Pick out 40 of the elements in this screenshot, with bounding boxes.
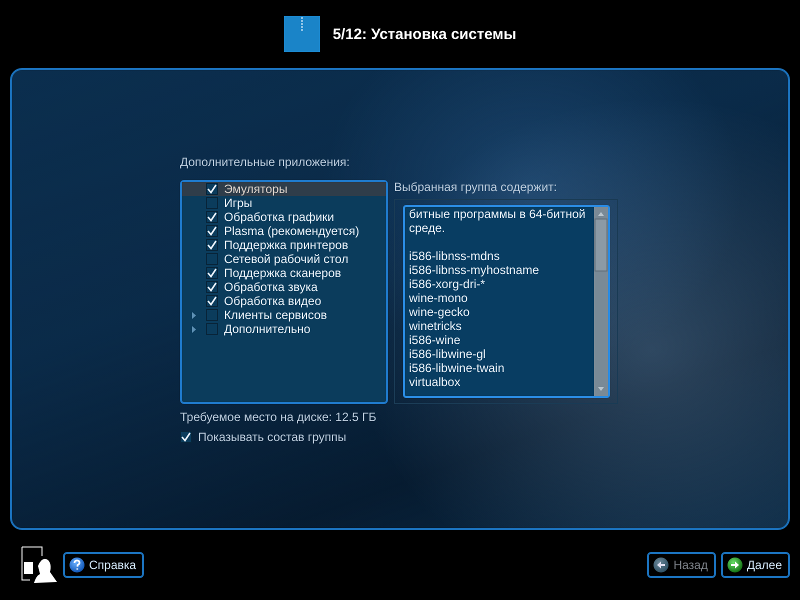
- description-text: битные программы в 64-битной: [409, 207, 586, 221]
- tree-item[interactable]: Игры: [182, 196, 386, 210]
- step-title: 5/12: Установка системы: [332, 26, 516, 42]
- disk-space-text: Требуемое место на диске: 12.5 ГБ: [180, 410, 378, 424]
- package-name: i586-libwine-twain: [409, 361, 506, 375]
- next-button[interactable]: Далее: [720, 552, 790, 578]
- apps-label: Дополнительные приложения:: [180, 155, 351, 169]
- tree-item[interactable]: Обработка графики: [182, 210, 386, 224]
- checkbox[interactable]: [206, 309, 218, 321]
- tree-item[interactable]: Дополнительно: [182, 322, 386, 336]
- tree-item[interactable]: Plasma (рекомендуется): [182, 224, 386, 238]
- package-name: virtualbox: [409, 375, 462, 389]
- help-button[interactable]: Справка: [63, 552, 144, 578]
- package-name: i586-libnss-mdns: [409, 249, 501, 263]
- checkbox[interactable]: [206, 253, 218, 265]
- group-label: Выбранная группа содержит:: [394, 180, 558, 194]
- package-name: i586-wine: [409, 333, 462, 347]
- package-name: wine-gecko: [409, 305, 471, 319]
- package-name: i586-libwine-gl: [409, 347, 487, 361]
- apps-tree[interactable]: Эмуляторы Игры Обработка графики Plasma (рекомендуется) Поддержка принтеров Сетевой рабочий стол Поддержка сканеров Обработка звука Обработка видео Клиенты сервисов Дополнительно: [180, 180, 388, 404]
- tree-item[interactable]: Сетевой рабочий стол: [182, 252, 386, 266]
- tree-item[interactable]: Эмуляторы: [182, 182, 386, 196]
- package-name: i586-libnss-myhostname: [409, 263, 540, 277]
- archive-icon: [284, 16, 320, 52]
- expander-icon[interactable]: [191, 326, 197, 332]
- tree-item[interactable]: Обработка видео: [182, 294, 386, 308]
- help-icon: [69, 557, 85, 573]
- package-name: winetricks: [409, 319, 463, 333]
- checkbox[interactable]: [206, 323, 218, 335]
- package-name: wine-mono: [409, 291, 469, 305]
- expander-icon[interactable]: [191, 312, 197, 318]
- tree-item[interactable]: Поддержка принтеров: [182, 238, 386, 252]
- scrollbar[interactable]: [594, 207, 608, 396]
- tree-item[interactable]: Обработка звука: [182, 280, 386, 294]
- tree-item[interactable]: Клиенты сервисов: [182, 308, 386, 322]
- tree-item[interactable]: Поддержка сканеров: [182, 266, 386, 280]
- description-text: среде.: [409, 221, 446, 235]
- checkbox[interactable]: [206, 197, 218, 209]
- package-name: i586-xorg-dri-*: [409, 277, 486, 291]
- show-group-label: Показывать состав группы: [198, 430, 346, 444]
